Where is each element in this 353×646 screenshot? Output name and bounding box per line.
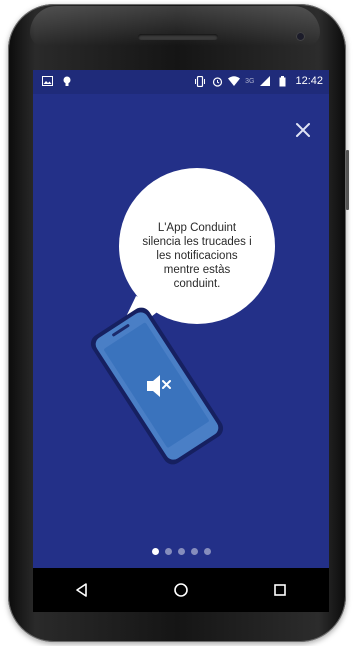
- power-button: [346, 150, 349, 210]
- bubble-message: L'App Conduint silencia les trucades i l…: [142, 222, 252, 290]
- earpiece-speaker: [138, 34, 218, 40]
- page-dot-3[interactable]: [177, 548, 185, 555]
- back-icon: [76, 583, 88, 597]
- page-indicator: [33, 548, 329, 555]
- recents-icon: [273, 584, 286, 596]
- phone-glare: [30, 6, 320, 46]
- page-dot-5[interactable]: [203, 548, 211, 555]
- page-dot-4[interactable]: [190, 548, 198, 555]
- back-button[interactable]: [68, 576, 96, 604]
- page-dot-1[interactable]: [151, 548, 159, 555]
- page-dot-2[interactable]: [164, 548, 172, 555]
- illustrated-phone: [90, 307, 224, 465]
- device-frame-stage: 3G 12:42 L'App Conduint silencia les tru…: [0, 0, 353, 646]
- home-icon: [174, 583, 188, 597]
- onboarding-illustration: [90, 168, 275, 465]
- front-camera: [296, 32, 305, 41]
- phone-screen: 3G 12:42 L'App Conduint silencia les tru…: [33, 70, 329, 568]
- navigation-bar: [33, 568, 329, 612]
- recents-button[interactable]: [266, 576, 294, 604]
- home-button[interactable]: [167, 576, 195, 604]
